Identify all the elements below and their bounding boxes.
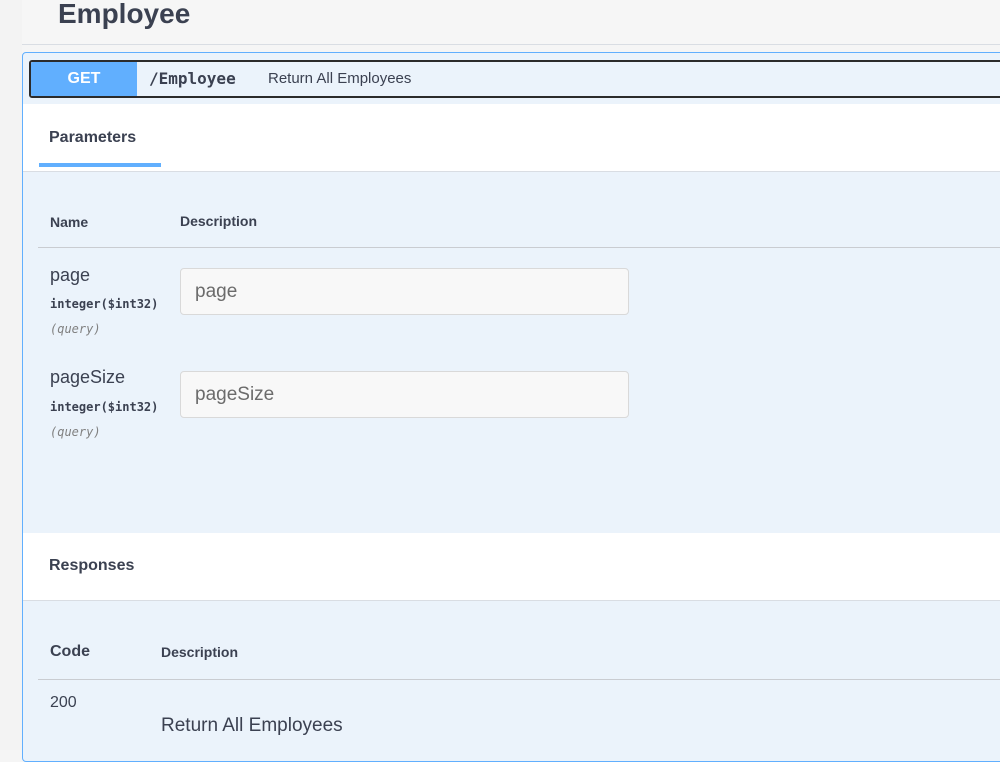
parameter-location: (query) [50, 322, 101, 336]
left-gutter [0, 0, 22, 750]
parameters-section-header: Parameters [23, 104, 1000, 172]
tab-active-indicator [39, 163, 161, 167]
page-input[interactable] [180, 268, 629, 315]
operation-summary-bar[interactable]: GET /Employee Return All Employees [29, 60, 1000, 98]
parameters-header-divider [38, 247, 1000, 248]
response-code: 200 [50, 694, 77, 711]
tag-section-header[interactable]: Employee [22, 0, 1000, 45]
pagesize-input[interactable] [180, 371, 629, 418]
parameter-location: (query) [50, 425, 101, 439]
parameter-type-format: ($int32) [100, 297, 159, 311]
responses-title: Responses [49, 557, 135, 574]
operation-path: /Employee [149, 69, 236, 88]
operation-summary-text: Return All Employees [268, 70, 412, 87]
http-method-badge: GET [31, 62, 137, 96]
parameter-type-name: integer [50, 400, 101, 414]
tag-title: Employee [58, 0, 191, 29]
response-description: Return All Employees [161, 715, 343, 736]
parameter-type: integer($int32) [50, 400, 158, 414]
parameter-name: pageSize [50, 367, 126, 387]
column-header-description: Description [180, 213, 258, 229]
parameter-type-format: ($int32) [100, 400, 159, 414]
tab-parameters[interactable]: Parameters [49, 129, 136, 147]
parameter-name: page [50, 265, 91, 285]
responses-section-header: Responses [23, 533, 1000, 601]
column-header-name: Name [50, 214, 89, 230]
responses-header-divider [38, 679, 1000, 680]
parameter-type: integer($int32) [50, 297, 158, 311]
column-header-response-description: Description [161, 644, 239, 660]
column-header-code: Code [50, 643, 90, 660]
parameter-type-name: integer [50, 297, 101, 311]
